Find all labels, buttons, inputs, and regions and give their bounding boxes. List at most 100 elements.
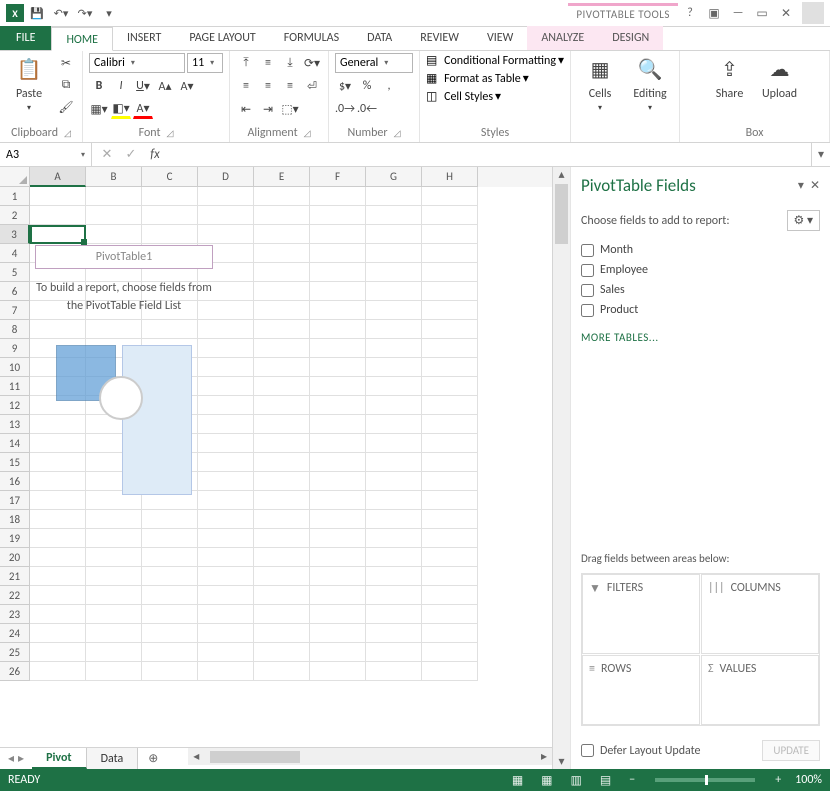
cell[interactable] — [254, 643, 310, 662]
cell[interactable] — [366, 187, 422, 206]
column-header[interactable]: F — [310, 167, 366, 187]
more-tables-link[interactable]: MORE TABLES... — [581, 331, 820, 344]
cell[interactable] — [366, 453, 422, 472]
cell[interactable] — [254, 624, 310, 643]
cell[interactable] — [254, 244, 310, 263]
cell[interactable] — [142, 529, 198, 548]
cell[interactable] — [86, 567, 142, 586]
cell[interactable] — [366, 206, 422, 225]
cell[interactable] — [422, 434, 478, 453]
wrap-text-icon[interactable]: ⏎ — [302, 76, 322, 96]
cell[interactable] — [30, 643, 86, 662]
percent-format-icon[interactable]: % — [357, 76, 377, 96]
cell[interactable] — [310, 339, 366, 358]
field-item[interactable]: Employee — [581, 263, 820, 277]
cell[interactable] — [310, 377, 366, 396]
cell[interactable] — [422, 548, 478, 567]
merge-center-icon[interactable]: ⬚▾ — [280, 99, 300, 119]
cell[interactable] — [310, 358, 366, 377]
cell[interactable] — [310, 415, 366, 434]
cell[interactable] — [310, 472, 366, 491]
cell[interactable] — [422, 586, 478, 605]
cell[interactable] — [310, 206, 366, 225]
cell[interactable] — [366, 643, 422, 662]
row-header[interactable]: 25 — [0, 643, 30, 662]
pane-caret-icon[interactable]: ▾ — [798, 178, 804, 193]
cell[interactable] — [86, 662, 142, 681]
cell[interactable] — [142, 586, 198, 605]
tab-formulas[interactable]: FORMULAS — [270, 26, 353, 50]
cell[interactable] — [366, 491, 422, 510]
cell[interactable] — [366, 510, 422, 529]
cell[interactable] — [198, 643, 254, 662]
cell[interactable] — [310, 244, 366, 263]
close-icon[interactable]: ✕ — [774, 3, 798, 23]
cell[interactable] — [422, 244, 478, 263]
defer-update-checkbox[interactable] — [581, 744, 594, 757]
zoom-out-icon[interactable]: − — [625, 773, 639, 787]
field-checkbox[interactable] — [581, 264, 594, 277]
cell[interactable] — [142, 548, 198, 567]
row-header[interactable]: 11 — [0, 377, 30, 396]
cell[interactable] — [30, 206, 86, 225]
bold-button[interactable]: B — [89, 76, 109, 96]
cell[interactable] — [254, 358, 310, 377]
cell[interactable] — [422, 472, 478, 491]
cell[interactable] — [366, 548, 422, 567]
sheet-nav-next-icon[interactable]: ▸ — [18, 751, 24, 766]
horizontal-scrollbar[interactable]: ◂▸ — [188, 748, 552, 765]
cell[interactable] — [142, 662, 198, 681]
cell[interactable] — [198, 510, 254, 529]
cell[interactable] — [422, 662, 478, 681]
enter-formula-icon[interactable]: ✓ — [122, 147, 140, 162]
vertical-scrollbar[interactable]: ▴ ▾ — [553, 167, 570, 769]
cell[interactable] — [254, 567, 310, 586]
italic-button[interactable]: I — [111, 76, 131, 96]
row-header[interactable]: 16 — [0, 472, 30, 491]
cell-styles-button[interactable]: ◫ Cell Styles▾ — [426, 89, 501, 104]
format-painter-icon[interactable]: 🖌 — [56, 97, 76, 117]
cell[interactable] — [422, 605, 478, 624]
cell[interactable] — [422, 567, 478, 586]
cell[interactable] — [254, 662, 310, 681]
cell[interactable] — [310, 263, 366, 282]
cell[interactable] — [422, 415, 478, 434]
cell[interactable] — [86, 586, 142, 605]
cell[interactable] — [366, 263, 422, 282]
row-header[interactable]: 24 — [0, 624, 30, 643]
cell[interactable] — [310, 624, 366, 643]
column-header[interactable]: A — [30, 167, 86, 187]
cell[interactable] — [254, 453, 310, 472]
column-header[interactable]: C — [142, 167, 198, 187]
cell[interactable] — [310, 643, 366, 662]
row-header[interactable]: 26 — [0, 662, 30, 681]
cell[interactable] — [254, 586, 310, 605]
row-header[interactable]: 20 — [0, 548, 30, 567]
cell[interactable] — [254, 320, 310, 339]
cell[interactable] — [30, 586, 86, 605]
update-button[interactable]: UPDATE — [762, 740, 820, 761]
cell[interactable] — [366, 529, 422, 548]
tab-view[interactable]: VIEW — [473, 26, 527, 50]
row-header[interactable]: 2 — [0, 206, 30, 225]
row-header[interactable]: 10 — [0, 358, 30, 377]
cell[interactable] — [366, 472, 422, 491]
cell[interactable] — [366, 434, 422, 453]
cell[interactable] — [422, 643, 478, 662]
cell[interactable] — [422, 339, 478, 358]
cell[interactable] — [142, 567, 198, 586]
name-box[interactable]: A3▾ — [0, 143, 92, 166]
field-checkbox[interactable] — [581, 304, 594, 317]
ribbon-display-icon[interactable]: ▣ — [702, 3, 726, 23]
cell[interactable] — [142, 187, 198, 206]
cell[interactable] — [310, 586, 366, 605]
cell[interactable] — [254, 187, 310, 206]
normal-view-icon[interactable]: ▦ — [537, 773, 556, 788]
row-header[interactable]: 12 — [0, 396, 30, 415]
zoom-slider[interactable] — [655, 778, 755, 782]
conditional-formatting-button[interactable]: ▤ Conditional Formatting▾ — [426, 53, 564, 68]
cell[interactable] — [254, 415, 310, 434]
field-checkbox[interactable] — [581, 284, 594, 297]
cell[interactable] — [254, 282, 310, 301]
cell[interactable] — [422, 624, 478, 643]
